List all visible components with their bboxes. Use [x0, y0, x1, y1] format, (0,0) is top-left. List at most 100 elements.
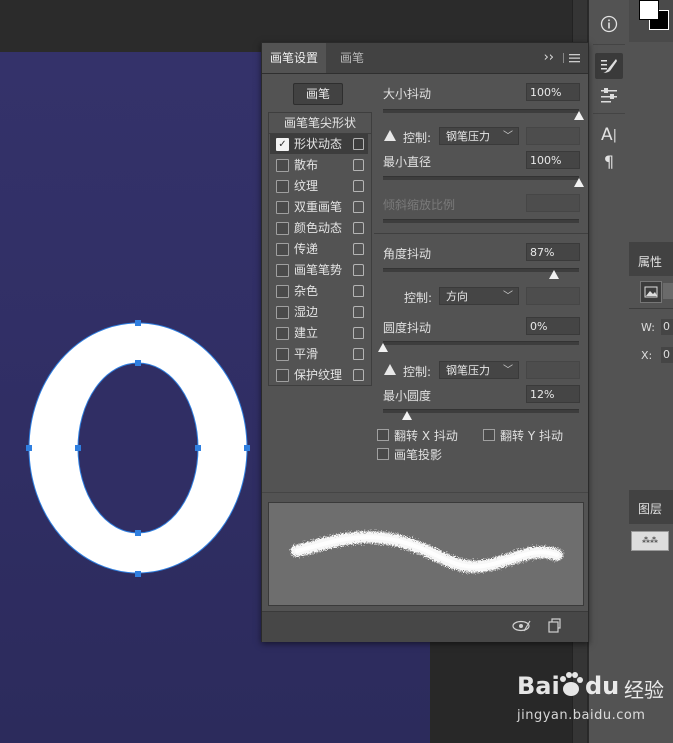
min-roundness-slider[interactable]	[383, 409, 579, 413]
lock-icon[interactable]	[353, 264, 364, 276]
paragraph-icon[interactable]: ¶	[595, 148, 623, 174]
brush-tip-shape-item[interactable]: 画笔笔尖形状	[269, 113, 371, 134]
collapse-icon[interactable]: ››	[544, 50, 554, 65]
size-control-select[interactable]: 钢笔压力 ﹀	[439, 127, 519, 145]
min-roundness-field[interactable]: 12%	[526, 385, 580, 403]
roundness-control-field	[526, 361, 580, 379]
brush-option-rows: ✓ 形状动态散布纹理 双重画笔颜色动态传递 画笔笔势 杂色 湿边建立平滑 保护纹理	[262, 134, 374, 386]
lock-icon[interactable]	[353, 201, 364, 213]
character-icon[interactable]: A |	[595, 122, 623, 148]
brush-option-row[interactable]: 画笔笔势	[270, 260, 368, 280]
brush-option-row[interactable]: ✓ 形状动态	[270, 134, 368, 154]
brush-settings-icon[interactable]	[595, 53, 623, 79]
x-field[interactable]: 0	[661, 347, 673, 363]
roundness-jitter-knob[interactable]	[378, 343, 388, 352]
properties-name-field[interactable]	[663, 283, 673, 299]
flip-y-checkbox[interactable]	[483, 429, 495, 441]
panel-menu-icon[interactable]	[569, 52, 580, 66]
brush-option-row[interactable]: 建立	[270, 323, 368, 343]
brush-option-row[interactable]: 纹理	[270, 176, 368, 196]
size-jitter-knob[interactable]	[574, 111, 584, 120]
lock-icon[interactable]	[353, 369, 364, 381]
toggle-preview-icon[interactable]	[512, 618, 532, 637]
roundness-control-select[interactable]: 钢笔压力 ﹀	[439, 361, 519, 379]
size-control-value: 钢笔压力	[446, 130, 490, 143]
layer-thumbnail[interactable]: ⁂⁂	[631, 531, 669, 551]
option-checkbox[interactable]	[276, 159, 289, 172]
option-checkbox[interactable]	[276, 369, 289, 382]
angle-jitter-knob[interactable]	[548, 270, 559, 279]
min-diameter-slider[interactable]	[383, 176, 579, 180]
lock-icon[interactable]	[353, 327, 364, 339]
properties-panel-title[interactable]: 属性	[638, 253, 662, 270]
brush-option-row[interactable]: 保护纹理	[270, 365, 368, 385]
angle-control-value: 方向	[446, 290, 468, 303]
watermark-brand: Bai	[517, 672, 560, 700]
tab-separator	[563, 53, 564, 63]
adjustments-icon[interactable]	[595, 82, 623, 108]
brush-projection-checkbox[interactable]	[377, 448, 389, 460]
option-checkbox[interactable]	[276, 222, 289, 235]
lock-icon[interactable]	[353, 159, 364, 171]
size-jitter-field[interactable]: 100%	[526, 83, 580, 101]
option-checkbox[interactable]	[276, 180, 289, 193]
tab-brushes[interactable]: 画笔	[332, 43, 372, 73]
brush-option-row[interactable]: 颜色动态	[270, 218, 368, 238]
brush-presets-button[interactable]: 画笔	[293, 83, 343, 105]
lock-icon[interactable]	[353, 348, 364, 360]
lock-icon[interactable]	[353, 222, 364, 234]
layers-panel-title[interactable]: 图层	[638, 500, 662, 517]
option-checkbox[interactable]	[276, 264, 289, 277]
image-icon	[640, 281, 662, 303]
min-diameter-knob[interactable]	[574, 178, 584, 187]
option-checkbox[interactable]	[276, 285, 289, 298]
brush-option-row[interactable]: 杂色	[270, 281, 368, 301]
brush-option-row[interactable]: 平滑	[270, 344, 368, 364]
lock-icon[interactable]	[353, 138, 364, 150]
size-jitter-slider[interactable]	[383, 109, 579, 113]
roundness-jitter-slider[interactable]	[383, 341, 579, 345]
tab-brush-settings[interactable]: 画笔设置	[262, 43, 327, 73]
chevron-down-icon: ﹀	[503, 131, 513, 142]
angle-control-select[interactable]: 方向 ﹀	[439, 287, 519, 305]
lock-icon[interactable]	[353, 285, 364, 297]
lock-icon[interactable]	[353, 306, 364, 318]
angle-jitter-label: 角度抖动	[383, 247, 432, 261]
brush-projection-label: 画笔投影	[394, 448, 443, 462]
flip-x-label: 翻转 X 抖动	[394, 429, 458, 443]
min-diameter-field[interactable]: 100%	[526, 151, 580, 169]
lock-icon[interactable]	[353, 243, 364, 255]
width-field[interactable]: 0	[661, 319, 673, 335]
divider	[374, 233, 588, 234]
angle-control-field	[526, 287, 580, 305]
option-label: 散布	[294, 158, 319, 172]
create-new-brush-icon[interactable]	[547, 618, 561, 637]
flip-x-checkbox[interactable]	[377, 429, 389, 441]
brush-option-row[interactable]: 传递	[270, 239, 368, 259]
watermark-brand-2: du	[585, 672, 620, 700]
min-roundness-knob[interactable]	[401, 411, 412, 420]
option-checkbox[interactable]	[276, 327, 289, 340]
width-label: W:	[641, 321, 655, 334]
roundness-jitter-label: 圆度抖动	[383, 321, 432, 335]
foreground-color-swatch[interactable]	[639, 0, 659, 20]
info-icon[interactable]	[595, 11, 623, 37]
angle-jitter-field[interactable]: 87%	[526, 243, 580, 261]
lock-icon[interactable]	[353, 180, 364, 192]
roundness-jitter-field[interactable]: 0%	[526, 317, 580, 335]
option-checkbox[interactable]: ✓	[276, 138, 289, 151]
option-checkbox[interactable]	[276, 243, 289, 256]
brush-option-row[interactable]: 双重画笔	[270, 197, 368, 217]
brush-option-row[interactable]: 散布	[270, 155, 368, 175]
option-label: 建立	[294, 326, 319, 340]
chevron-down-icon: ﹀	[503, 365, 513, 376]
option-checkbox[interactable]	[276, 306, 289, 319]
option-checkbox[interactable]	[276, 201, 289, 214]
option-label: 颜色动态	[294, 221, 343, 235]
warning-icon	[384, 130, 396, 141]
option-checkbox[interactable]	[276, 348, 289, 361]
panel-footer	[262, 611, 588, 642]
brush-option-row[interactable]: 湿边	[270, 302, 368, 322]
x-label: X:	[641, 349, 653, 362]
right-dock	[629, 0, 673, 743]
